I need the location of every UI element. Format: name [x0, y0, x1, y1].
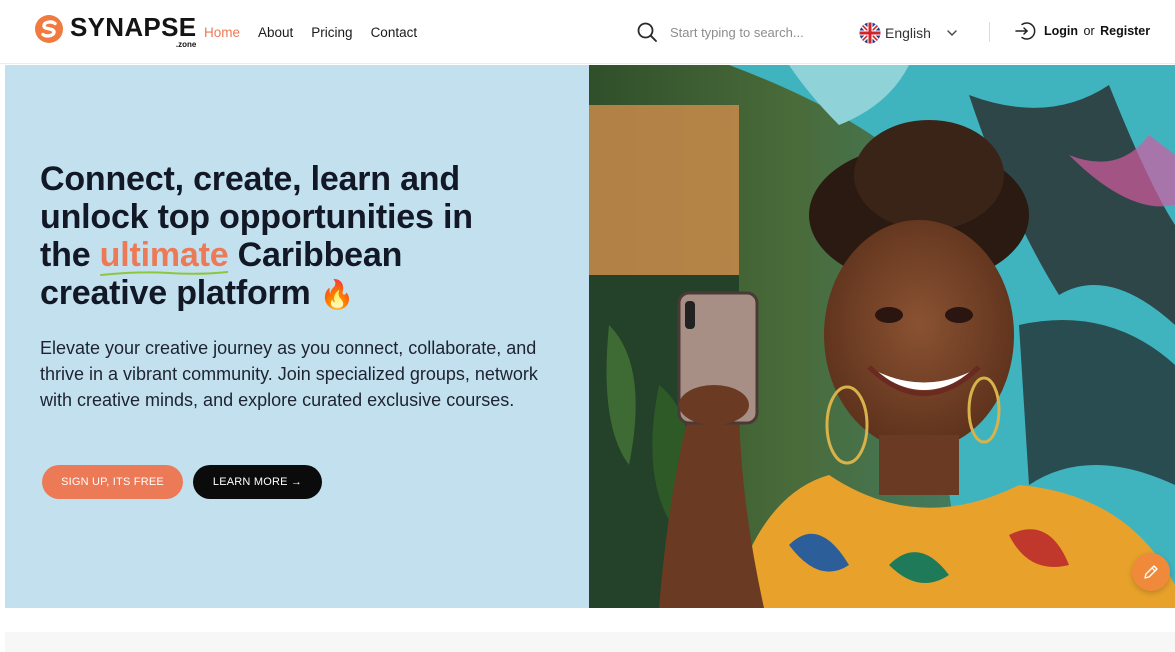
hero-headline: Connect, create, learn and unlock top op… — [40, 160, 510, 314]
synapse-logo-icon — [35, 15, 63, 43]
or-text: or — [1083, 24, 1095, 38]
edit-pen-icon — [1144, 565, 1158, 579]
next-section-preview — [5, 632, 1175, 652]
nav-about-link[interactable]: About — [258, 25, 293, 40]
login-icon[interactable] — [1014, 20, 1036, 42]
nav-pricing-link[interactable]: Pricing — [311, 25, 352, 40]
brand-subtitle: .zone — [175, 40, 197, 49]
search-input[interactable] — [670, 24, 840, 40]
edit-fab-button[interactable] — [1132, 553, 1170, 591]
nav-home-link[interactable]: Home — [204, 25, 240, 40]
brand-name: SYNAPSE — [70, 12, 197, 42]
headline-accent-word: ultimate — [99, 236, 229, 276]
fire-emoji-icon: 🔥 — [319, 279, 355, 310]
login-link[interactable]: Login — [1044, 24, 1078, 38]
search-bar — [636, 21, 840, 43]
brand-logo[interactable]: SYNAPSE .zone — [34, 14, 196, 52]
signup-button[interactable]: SIGN UP, ITS FREE — [42, 465, 183, 499]
register-link[interactable]: Register — [1100, 24, 1150, 38]
hero-text-panel: Connect, create, learn and unlock top op… — [5, 65, 589, 608]
language-label: English — [885, 24, 931, 41]
main-nav: Home About Pricing Contact — [204, 25, 417, 40]
hero-subtext: Elevate your creative journey as you con… — [40, 338, 538, 410]
auth-links: Login or Register — [1014, 20, 1150, 42]
nav-contact-link[interactable]: Contact — [371, 25, 418, 40]
search-icon[interactable] — [636, 21, 658, 43]
hero-photo-woman-with-phone — [589, 65, 1175, 608]
learn-more-button[interactable]: LEARN MORE → — [193, 465, 322, 499]
header-divider — [989, 22, 990, 42]
accent-underline — [99, 271, 229, 276]
hero-image — [589, 65, 1175, 608]
hero-section: Connect, create, learn and unlock top op… — [5, 65, 1175, 608]
language-selector[interactable]: English — [859, 20, 969, 45]
uk-flag-icon — [859, 22, 881, 43]
site-header: SYNAPSE .zone Home About Pricing Contact — [0, 0, 1175, 64]
chevron-down-icon — [947, 29, 957, 36]
